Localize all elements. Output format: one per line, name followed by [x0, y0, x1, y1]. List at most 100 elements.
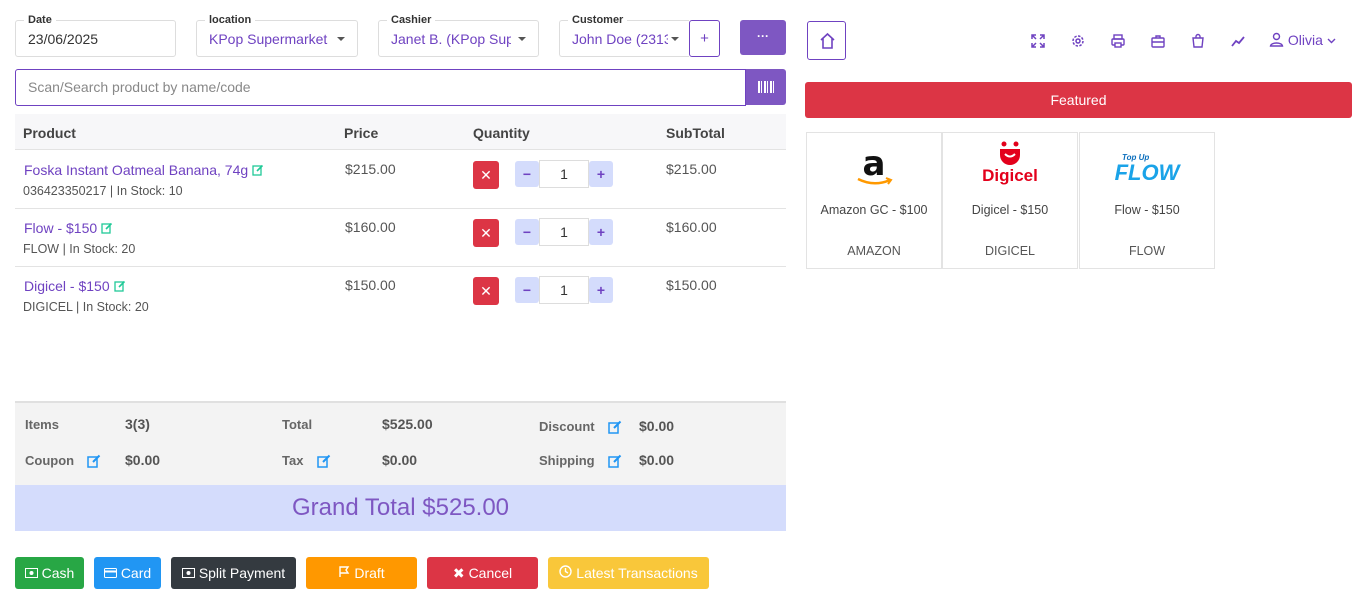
location-label: location	[205, 13, 256, 27]
edit-icon[interactable]	[252, 163, 264, 176]
product-card-digicel[interactable]: Digicel Digicel - $150 DIGICEL	[942, 132, 1078, 269]
latest-transactions-button[interactable]: Latest Transactions	[548, 557, 709, 589]
user-name: Olivia	[1287, 32, 1323, 48]
cancel-label: Cancel	[468, 565, 513, 581]
location-select[interactable]: location KPop Supermarket	[196, 13, 358, 57]
qty-decrement-button[interactable]: −	[515, 219, 539, 245]
digicel-logo: Digicel	[943, 141, 1077, 195]
product-name-link[interactable]: Flow - $150	[24, 220, 113, 236]
product-card-flow[interactable]: Top Up FLOW Flow - $150 FLOW	[1079, 132, 1215, 269]
product-meta: FLOW | In Stock: 20	[23, 242, 136, 256]
total-label: Total	[282, 417, 313, 432]
tax-value: $0.00	[382, 452, 418, 468]
remove-item-button[interactable]: ✕	[473, 277, 499, 305]
product-card-brand: FLOW	[1128, 244, 1166, 258]
edit-icon[interactable]	[113, 279, 126, 292]
barcode-icon	[758, 81, 774, 93]
quantity-input[interactable]: 1	[539, 276, 589, 304]
header-subtotal: SubTotal	[666, 125, 725, 141]
product-price: $160.00	[345, 219, 396, 235]
quantity-input[interactable]: 1	[539, 160, 589, 188]
product-name-link[interactable]: Digicel - $150	[24, 278, 126, 294]
draft-label: Draft	[354, 565, 385, 581]
user-icon	[1269, 32, 1284, 47]
product-price: $215.00	[345, 161, 396, 177]
briefcase-icon[interactable]	[1150, 33, 1166, 49]
barcode-scan-button[interactable]	[746, 69, 786, 105]
cancel-button[interactable]: ✖ Cancel	[427, 557, 538, 589]
close-icon: ✖	[452, 565, 465, 581]
header-quantity: Quantity	[473, 125, 530, 141]
chevron-down-icon	[1327, 38, 1336, 44]
quantity-input[interactable]: 1	[539, 218, 589, 246]
qty-decrement-button[interactable]: −	[515, 277, 539, 303]
pos-right-panel: Olivia Featured a Amazon GC - $100 AMAZO…	[805, 0, 1352, 598]
split-payment-label: Split Payment	[198, 565, 286, 581]
product-card-name: Digicel - $150	[971, 203, 1049, 217]
date-field[interactable]: Date 23/06/2025	[15, 13, 176, 57]
home-icon	[820, 32, 835, 49]
split-payment-button[interactable]: Split Payment	[171, 557, 296, 589]
user-menu[interactable]: Olivia	[1269, 32, 1336, 48]
remove-item-button[interactable]: ✕	[473, 161, 499, 189]
edit-icon[interactable]	[101, 221, 113, 234]
chevron-down-icon	[518, 37, 526, 41]
product-card-name: Amazon GC - $100	[820, 203, 928, 217]
qty-decrement-button[interactable]: −	[515, 161, 539, 187]
discount-label: Discount	[539, 419, 595, 434]
product-meta: 036423350217 | In Stock: 10	[23, 184, 183, 198]
qty-increment-button[interactable]: +	[589, 277, 613, 303]
shopping-bag-icon[interactable]	[1190, 33, 1206, 49]
digicel-logo-text: Digicel	[982, 166, 1038, 185]
money-icon	[181, 557, 195, 589]
edit-tax-icon[interactable]	[317, 454, 331, 468]
add-customer-button[interactable]: +	[689, 20, 720, 57]
chart-line-icon[interactable]	[1230, 33, 1246, 49]
customer-label: Customer	[568, 13, 628, 27]
product-name-link[interactable]: Foska Instant Oatmeal Banana, 74g	[24, 162, 264, 178]
product-card-amazon[interactable]: a Amazon GC - $100 AMAZON	[806, 132, 942, 269]
customer-select[interactable]: Customer John Doe (2313	[559, 13, 689, 57]
edit-shipping-icon[interactable]	[608, 454, 622, 468]
edit-discount-icon[interactable]	[608, 420, 622, 434]
product-search-input[interactable]: Scan/Search product by name/code	[15, 69, 746, 106]
credit-card-icon	[103, 557, 117, 589]
product-card-brand: AMAZON	[847, 244, 901, 258]
header-price: Price	[344, 125, 379, 141]
qty-increment-button[interactable]: +	[589, 161, 613, 187]
coupon-label: Coupon	[25, 453, 75, 468]
chevron-down-icon	[337, 37, 345, 41]
chevron-down-icon	[671, 37, 679, 41]
date-label: Date	[24, 13, 56, 27]
clock-icon	[559, 557, 572, 589]
edit-coupon-icon[interactable]	[87, 454, 101, 468]
fullscreen-icon[interactable]	[1030, 33, 1046, 49]
grand-total: Grand Total $525.00	[15, 485, 786, 531]
location-value: KPop Supermarket	[209, 31, 328, 47]
shipping-label: Shipping	[539, 453, 595, 468]
card-button[interactable]: Card	[94, 557, 161, 589]
total-value: $525.00	[382, 416, 433, 432]
home-button[interactable]	[807, 21, 846, 60]
cart-table-header: Product Price Quantity SubTotal	[15, 114, 786, 150]
tax-label: Tax	[282, 453, 304, 468]
flow-logo-text: FLOW	[1114, 160, 1180, 185]
product-name: Digicel - $150	[24, 278, 110, 294]
more-options-button[interactable]: ···	[740, 20, 786, 55]
product-meta: DIGICEL | In Stock: 20	[23, 300, 149, 314]
header-product: Product	[23, 125, 76, 141]
pos-left-panel: Date 23/06/2025 location KPop Supermarke…	[15, 0, 786, 598]
cashier-value: Janet B. (KPop Supe	[391, 31, 511, 47]
money-icon	[24, 557, 38, 589]
product-price: $150.00	[345, 277, 396, 293]
cash-button[interactable]: Cash	[15, 557, 84, 589]
cashier-select[interactable]: Cashier Janet B. (KPop Supe	[378, 13, 539, 57]
remove-item-button[interactable]: ✕	[473, 219, 499, 247]
latest-transactions-label: Latest Transactions	[576, 565, 698, 581]
draft-button[interactable]: Draft	[306, 557, 417, 589]
printer-icon[interactable]	[1110, 33, 1126, 49]
flag-icon	[338, 557, 350, 589]
gear-icon[interactable]	[1070, 33, 1086, 49]
qty-increment-button[interactable]: +	[589, 219, 613, 245]
shipping-value: $0.00	[639, 452, 675, 468]
